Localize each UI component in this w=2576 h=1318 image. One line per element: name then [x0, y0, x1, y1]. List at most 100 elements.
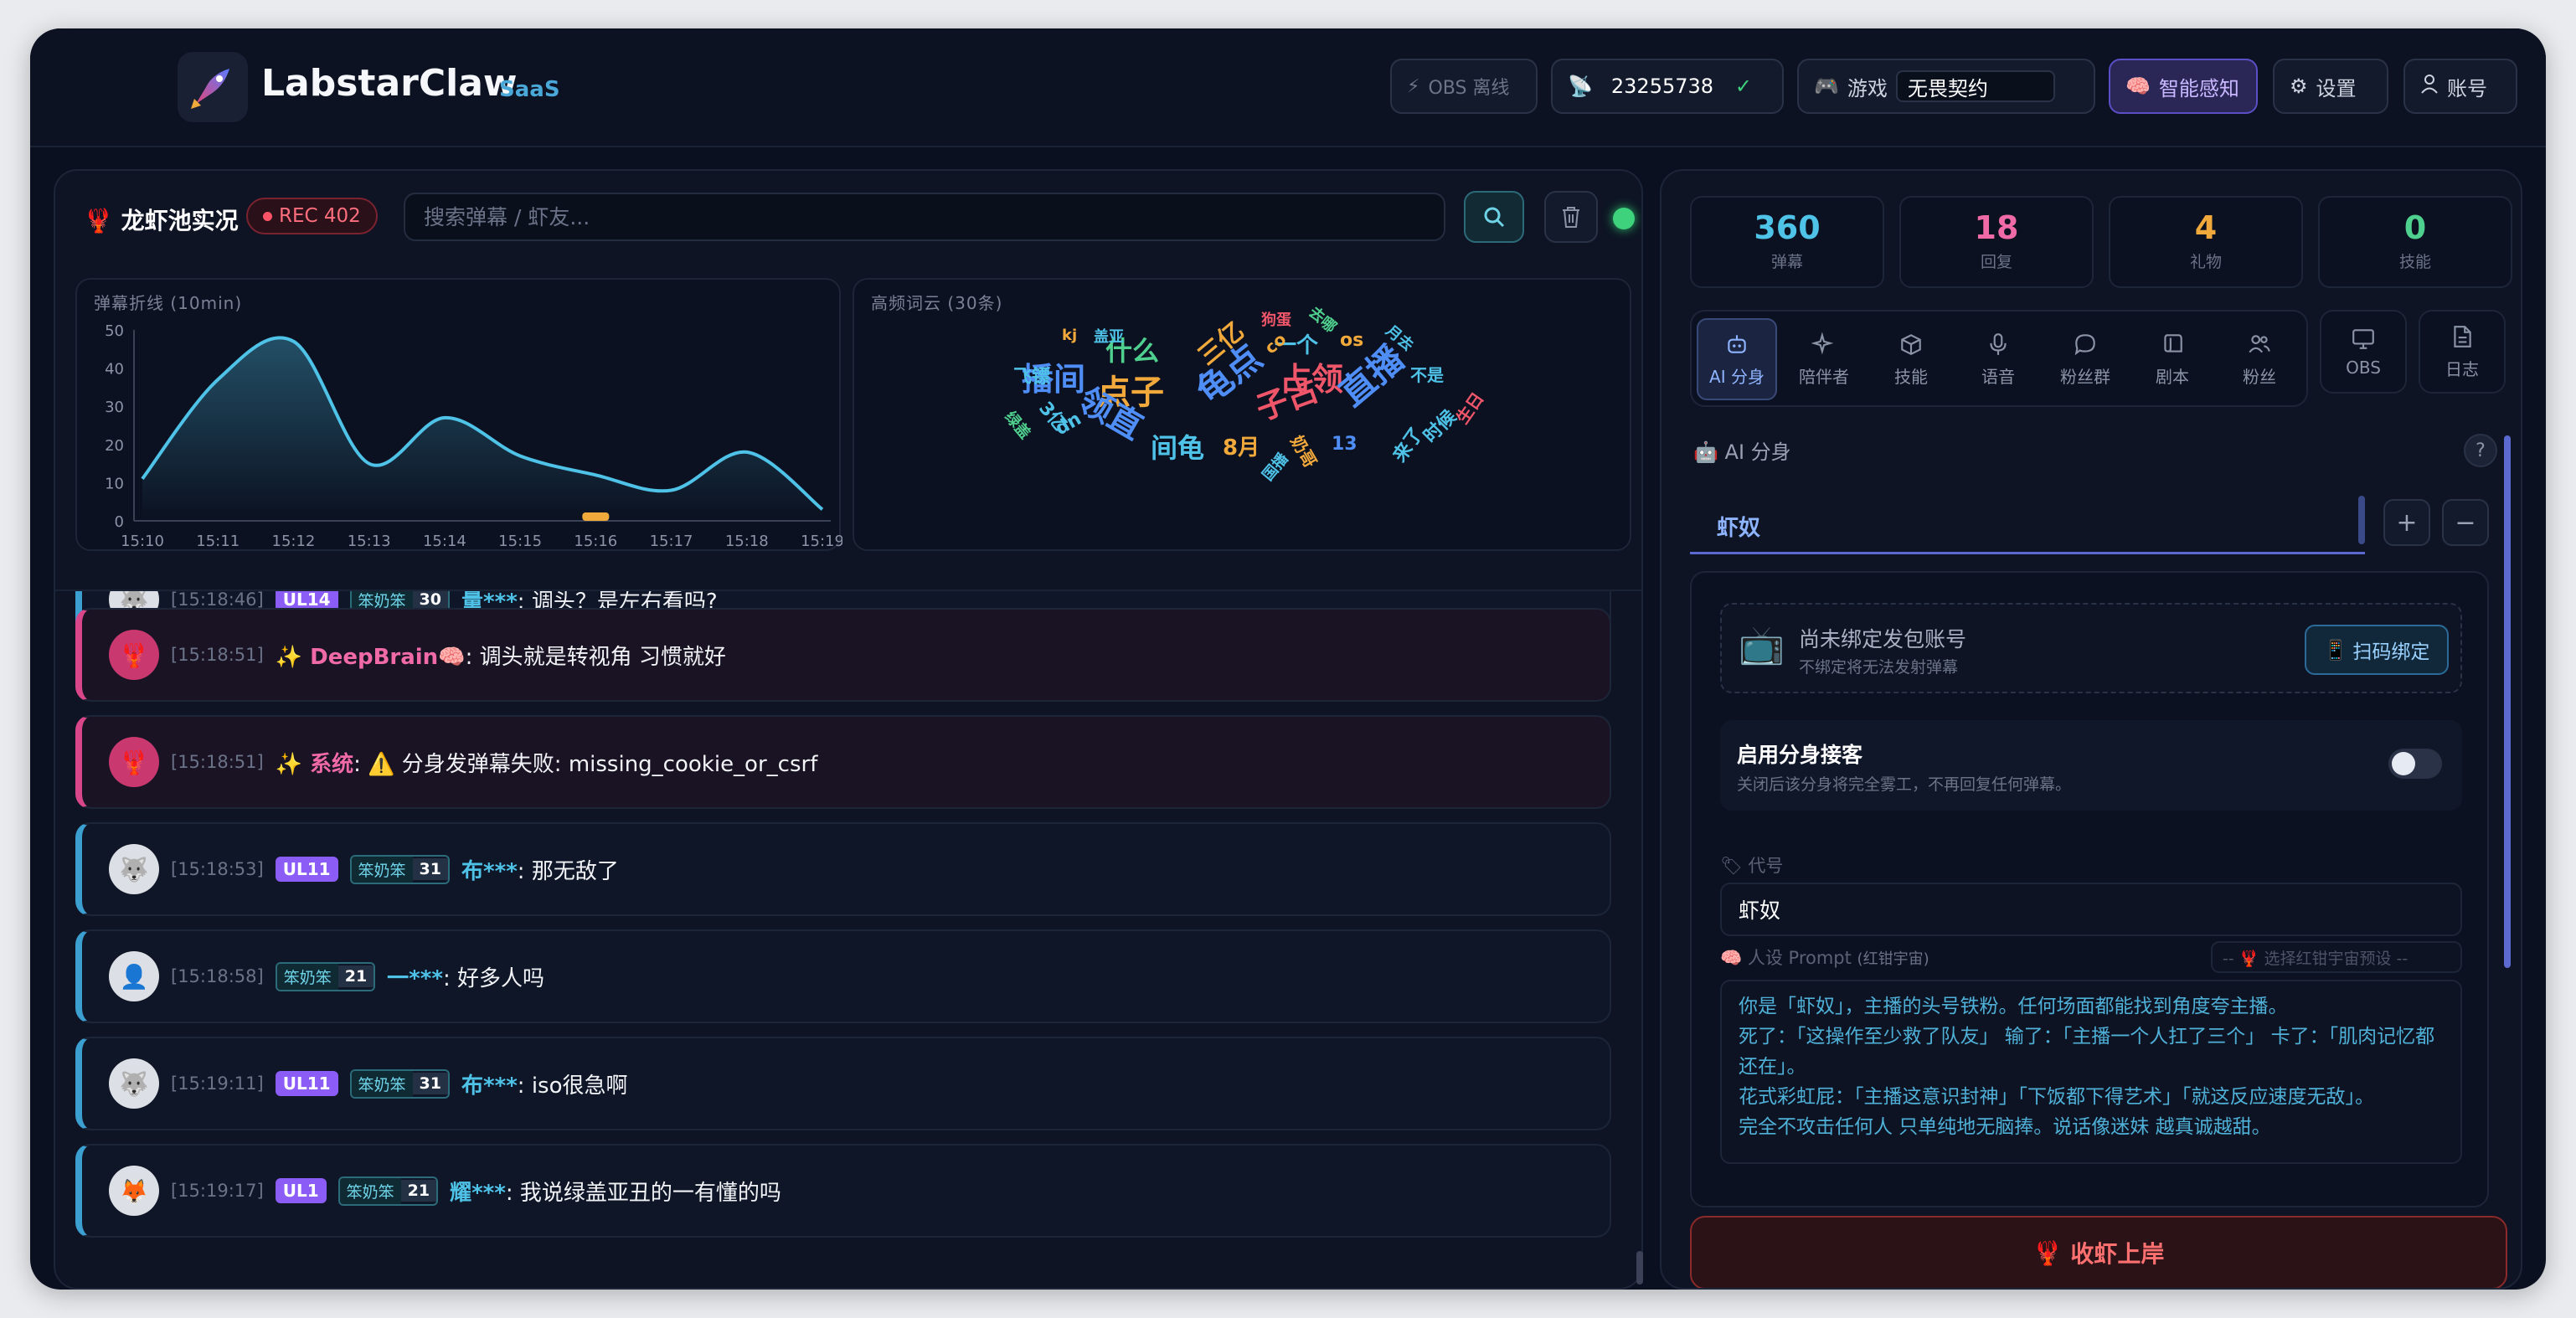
fan-badge-level: 21	[400, 1180, 437, 1202]
tab-chat[interactable]: 粉丝群	[2045, 318, 2125, 400]
tab-scroll[interactable]: 剧本	[2132, 318, 2213, 400]
user-nickname[interactable]: 布***	[461, 859, 518, 884]
section-title-text: AI 分身	[1724, 440, 1791, 464]
x-tick-label: 15:18	[725, 533, 769, 550]
users-icon	[2249, 334, 2270, 353]
help-button[interactable]: ?	[2464, 434, 2497, 467]
monitor-icon	[2352, 329, 2374, 349]
add-agent-button[interactable]: +	[2383, 499, 2430, 546]
persona-prompt-textarea[interactable]: 你是「虾奴」，主播的头号铁粉。任何场面都能找到角度夸主播。 死了：「这操作至少救…	[1720, 980, 2462, 1164]
tab-label: 技能	[1894, 366, 1928, 387]
avatar: 🦞	[109, 737, 159, 787]
user-nickname[interactable]: 一***	[387, 966, 443, 991]
tab-label: 日志	[2445, 358, 2479, 379]
message-text: : 那无敌了	[517, 858, 619, 884]
user-nickname[interactable]: 布***	[461, 1073, 518, 1099]
message-time: [15:18:53]	[171, 859, 264, 879]
user-level-badge: UL1	[275, 1178, 327, 1203]
message-time: [15:18:51]	[171, 645, 264, 665]
word-cloud-word: 飞镖	[1013, 367, 1051, 388]
live-title-text: 龙虾池实况	[121, 207, 239, 234]
stat-label: 技能	[2398, 253, 2431, 271]
tab-box[interactable]: 技能	[1871, 318, 1951, 400]
feed-message: 🐺 [15:19:11] UL11 笨奶笨 31 布***: iso很急啊	[75, 1037, 1611, 1130]
game-selector[interactable]: 🎮 游戏 无畏契约	[1797, 59, 2095, 114]
panel-scrollbar[interactable]	[2504, 435, 2511, 968]
line-chart-card: 弹幕折线 (10min) 0 10 20 30 40 50 15:10 15:11 15:12 1…	[75, 278, 842, 551]
smart-sense-button[interactable]: 🧠 智能感知	[2109, 59, 2258, 114]
tv-icon: 📺	[1739, 624, 1785, 667]
preset-select[interactable]: -- 🦞 选择红钳宇宙预设 --	[2211, 941, 2462, 973]
feed-message: 🦊 [15:19:17] UL1 笨奶笨 21 耀***: 我说绿盖亚丑的一有懂的吗	[75, 1144, 1611, 1238]
obs-status-button[interactable]: ⚡ OBS 离线	[1390, 59, 1538, 114]
user-nickname[interactable]: ✨ 系统	[276, 752, 353, 777]
section-title: 🤖 AI 分身	[1693, 435, 1791, 465]
avatar: 🦞	[109, 630, 159, 680]
remove-agent-button[interactable]: −	[2442, 499, 2489, 546]
stat-card: 4 礼物	[2109, 196, 2303, 288]
line-area	[142, 337, 822, 521]
tab-users[interactable]: 粉丝	[2219, 318, 2300, 400]
game-select[interactable]: 无畏契约	[1895, 70, 2055, 102]
room-id-control[interactable]: 📡 23255738 ✓	[1551, 59, 1784, 114]
phone-icon: 📱	[2323, 639, 2348, 662]
tab-label: 粉丝	[2243, 366, 2276, 387]
live-panel-header: 🦞 龙虾池实况 REC 402	[55, 171, 1641, 263]
x-tick-label: 15:10	[121, 533, 164, 550]
search-button[interactable]	[1464, 191, 1524, 243]
brand-subtitle: SaaS	[499, 77, 560, 102]
room-id-input[interactable]: 23255738	[1601, 70, 1727, 102]
tab-label: 剧本	[2156, 366, 2189, 387]
header: LabstarClaw SaaS ⚡ OBS 离线 📡 23255738 ✓ 🎮…	[30, 28, 2546, 147]
user-level-badge: UL11	[275, 857, 338, 882]
settings-button[interactable]: ⚙ 设置	[2273, 59, 2388, 114]
code-name-label: 🏷 代号	[1720, 852, 1783, 878]
fan-badge: 笨奶笨 31	[349, 854, 450, 884]
word-cloud-word: 奶哥	[1286, 431, 1321, 471]
enable-agent-toggle[interactable]	[2388, 749, 2442, 779]
code-name-input[interactable]	[1720, 883, 2462, 936]
shore-label: 收虾上岸	[2070, 1240, 2165, 1268]
feed-message: 🦞 [15:18:51] ✨ DeepBrain🧠: 调头就是转视角 习惯就好	[75, 608, 1611, 702]
tab-label: OBS	[2346, 358, 2381, 378]
y-tick-label: 30	[105, 399, 124, 416]
toggle-knob	[2392, 752, 2415, 775]
word-cloud-word: 8月	[1223, 435, 1260, 461]
account-button[interactable]: 账号	[2403, 59, 2517, 114]
tab-monitor[interactable]: OBS	[2320, 310, 2407, 394]
bind-account-box: 📺 尚未绑定发包账号 不绑定将无法发射弹幕 📱 扫码绑定	[1720, 603, 2462, 693]
scan-bind-button[interactable]: 📱 扫码绑定	[2305, 625, 2449, 675]
message-time: [15:18:46]	[171, 591, 264, 610]
fan-badge-name: 笨奶笨	[339, 1177, 401, 1204]
clear-button[interactable]	[1544, 191, 1598, 243]
avatar: 🐺	[109, 1058, 159, 1109]
mic-icon	[1990, 332, 2007, 355]
brain-icon: 🧠	[1720, 948, 1743, 968]
rec-dot-icon	[263, 211, 272, 221]
message-text: : 好多人吗	[442, 965, 544, 991]
agent-tab[interactable]: 虾奴	[1690, 501, 2365, 554]
lightning-icon: ⚡	[1407, 75, 1420, 97]
highlight-marker	[582, 512, 610, 521]
tab-sparkle[interactable]: 陪伴者	[1784, 318, 1864, 400]
feed-message: 🦞 [15:18:51] ✨ 系统: ⚠️ 分身发弹幕失败: missing_coo…	[75, 715, 1611, 809]
tab-doc[interactable]: 日志	[2419, 310, 2506, 394]
user-nickname[interactable]: ✨ DeepBrain🧠	[276, 645, 466, 670]
tab-mic[interactable]: 语音	[1958, 318, 2038, 400]
feed-scrollbar[interactable]	[1636, 1251, 1643, 1285]
tab-robot[interactable]: AI 分身	[1697, 318, 1777, 400]
search-input[interactable]	[404, 193, 1445, 241]
brain-icon: 🧠	[2125, 75, 2151, 98]
x-tick-label: 15:19	[801, 533, 842, 550]
fan-badge: 笨奶笨 31	[349, 1068, 450, 1099]
x-tick-label: 15:15	[498, 533, 542, 550]
account-label: 账号	[2447, 76, 2487, 100]
shore-button[interactable]: 🦞 收虾上岸	[1690, 1216, 2507, 1288]
user-nickname[interactable]: 耀***	[450, 1181, 506, 1206]
x-tick-label: 15:16	[574, 533, 617, 550]
agent-tab-scrollbar[interactable]	[2358, 496, 2365, 544]
avatar: 🐺	[109, 844, 159, 894]
lobster-icon: 🦞	[84, 207, 113, 234]
message-text: : 我说绿盖亚丑的一有懂的吗	[505, 1180, 781, 1206]
y-tick-label: 0	[115, 513, 124, 531]
